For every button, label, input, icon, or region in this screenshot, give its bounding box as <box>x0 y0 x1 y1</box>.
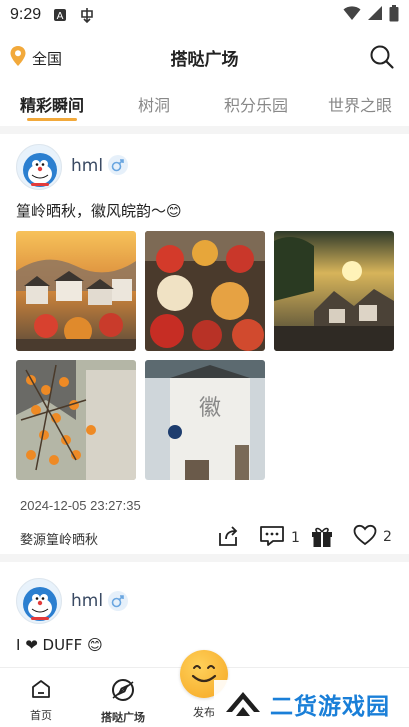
nav-plaza[interactable]: 搭哒广场 <box>93 678 153 725</box>
gift-icon <box>311 524 333 552</box>
male-icon <box>108 155 128 175</box>
search-icon <box>369 45 395 74</box>
page-title: 搭哒广场 <box>170 50 239 70</box>
home-icon <box>30 678 52 703</box>
tab-highlights[interactable]: 精彩瞬间 <box>20 92 84 116</box>
share-button[interactable] <box>216 524 240 552</box>
male-icon <box>108 591 128 611</box>
post-date: 2024-12-05 23:27:35 <box>20 498 141 513</box>
signal-icon <box>367 5 383 25</box>
section-divider <box>0 126 409 134</box>
status-bar: 9:29 A <box>0 0 409 30</box>
tab-points-park[interactable]: 积分乐园 <box>224 92 288 116</box>
post-username[interactable]: hml <box>71 156 103 176</box>
notification-a-icon: A <box>53 8 67 22</box>
post-text: 篁岭晒秋，徽风皖韵～😊 <box>16 202 182 220</box>
comment-icon <box>259 524 285 552</box>
top-header: 全国 搭哒广场 <box>0 36 409 78</box>
post-location[interactable]: 婺源篁岭晒秋 <box>20 529 98 548</box>
compass-icon <box>111 678 135 705</box>
tab-tree-hole[interactable]: 树洞 <box>138 92 170 116</box>
post-photo[interactable]: 徽 <box>145 360 265 480</box>
category-tabs: 精彩瞬间 树洞 积分乐园 世界之眼 <box>0 86 409 126</box>
svg-text:A: A <box>57 11 64 22</box>
comment-button[interactable]: 1 <box>259 524 300 552</box>
comment-count: 1 <box>291 530 300 546</box>
active-tab-indicator <box>27 118 77 121</box>
wifi-icon <box>343 5 361 25</box>
post-card: hml 篁岭晒秋，徽风皖韵～😊 徽 2024-12-05 23:27:35 婺源… <box>0 134 409 554</box>
share-icon <box>216 524 240 552</box>
search-button[interactable] <box>369 44 395 70</box>
app-notification-icon <box>79 7 95 23</box>
battery-icon <box>389 4 399 26</box>
like-count: 2 <box>383 529 392 545</box>
status-time: 9:29 <box>10 6 42 23</box>
post-text: I ❤ DUFF 😊 <box>16 636 103 654</box>
post-photo[interactable] <box>16 231 136 351</box>
nav-plaza-label: 搭哒广场 <box>101 711 145 724</box>
heart-icon <box>353 524 377 550</box>
post-photo[interactable] <box>16 360 136 480</box>
watermark-text: 二货游戏园 <box>270 693 390 720</box>
tab-world-eye[interactable]: 世界之眼 <box>328 92 392 116</box>
like-button[interactable]: 2 <box>353 524 392 550</box>
post-username[interactable]: hml <box>71 591 103 611</box>
post-photo[interactable] <box>274 231 394 351</box>
nav-home[interactable]: 首页 <box>11 678 71 723</box>
avatar[interactable] <box>16 578 62 624</box>
nav-publish-label: 发布 <box>193 706 215 719</box>
section-divider <box>0 554 409 562</box>
nav-home-label: 首页 <box>30 709 52 722</box>
avatar[interactable] <box>16 144 62 190</box>
svg-text:徽: 徽 <box>199 396 221 421</box>
post-photo[interactable] <box>145 231 265 351</box>
gift-button[interactable] <box>311 524 333 552</box>
watermark: 二货游戏园 <box>214 680 409 727</box>
watermark-logo-icon <box>224 686 262 722</box>
